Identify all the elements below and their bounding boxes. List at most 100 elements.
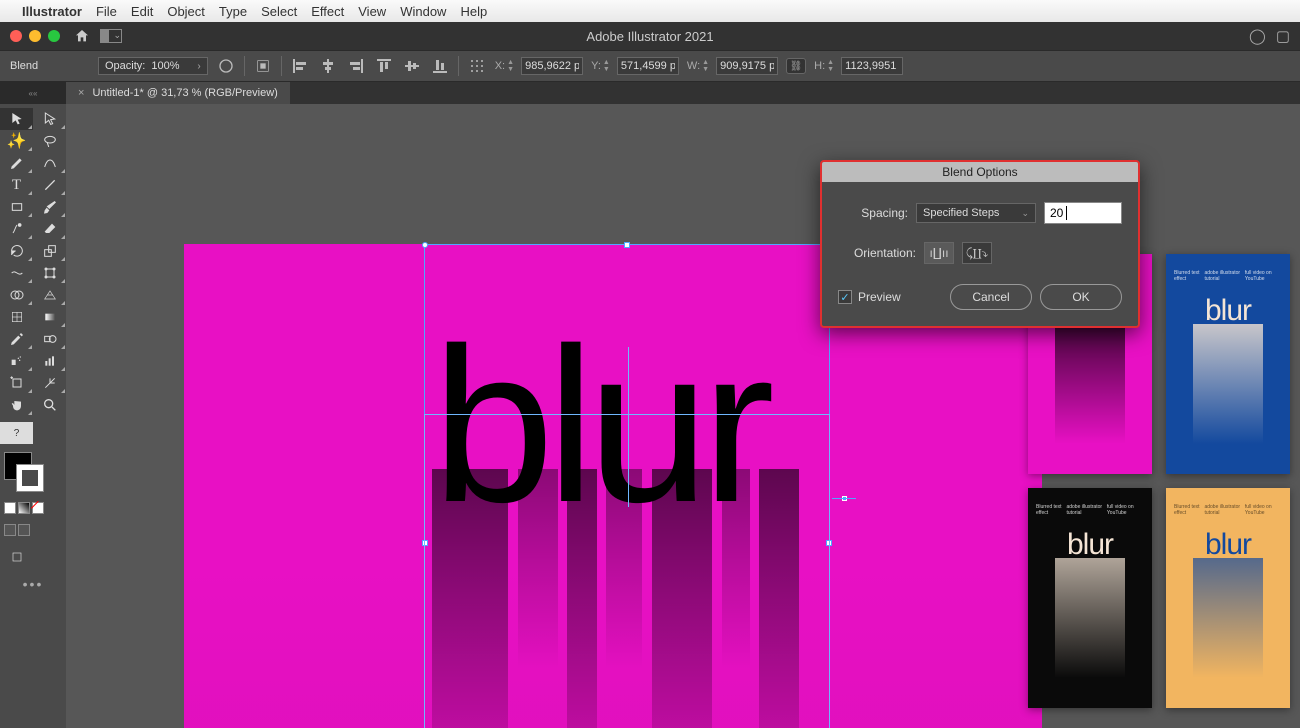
w-label: W: bbox=[687, 60, 700, 72]
maximize-window-button[interactable] bbox=[48, 30, 60, 42]
eraser-tool[interactable] bbox=[33, 218, 66, 240]
menu-type[interactable]: Type bbox=[219, 4, 247, 19]
y-label: Y: bbox=[591, 60, 601, 72]
orientation-align-path-button[interactable]: ⤹∐⤵ bbox=[962, 242, 992, 264]
spacing-label: Spacing: bbox=[838, 206, 908, 220]
home-icon[interactable] bbox=[74, 28, 90, 44]
type-tool[interactable]: T bbox=[0, 174, 33, 196]
menu-edit[interactable]: Edit bbox=[131, 4, 153, 19]
x-stepper[interactable]: ▲▼ bbox=[507, 57, 519, 75]
mesh-tool[interactable] bbox=[0, 306, 33, 328]
opacity-input[interactable] bbox=[151, 60, 191, 72]
toolbar-more-icon[interactable]: ••• bbox=[0, 576, 66, 592]
close-tab-icon[interactable]: × bbox=[78, 87, 84, 99]
curvature-tool[interactable] bbox=[33, 152, 66, 174]
slice-tool[interactable] bbox=[33, 372, 66, 394]
opacity-label: Opacity: bbox=[105, 60, 145, 72]
document-tab-label: Untitled-1* @ 31,73 % (RGB/Preview) bbox=[92, 87, 277, 99]
direct-selection-tool[interactable] bbox=[33, 108, 66, 130]
menu-object[interactable]: Object bbox=[167, 4, 205, 19]
dialog-title: Blend Options bbox=[822, 162, 1138, 182]
h-label: H: bbox=[814, 60, 825, 72]
line-tool[interactable] bbox=[33, 174, 66, 196]
x-input[interactable] bbox=[521, 57, 583, 75]
minimize-window-button[interactable] bbox=[29, 30, 41, 42]
width-tool[interactable] bbox=[0, 262, 33, 284]
menu-effect[interactable]: Effect bbox=[311, 4, 344, 19]
spacing-value-input[interactable] bbox=[1044, 202, 1122, 224]
transform-panel-icon[interactable] bbox=[467, 56, 487, 76]
graph-tool[interactable] bbox=[33, 350, 66, 372]
fill-stroke-swatch[interactable] bbox=[4, 452, 44, 492]
opacity-field[interactable]: Opacity: › bbox=[98, 57, 208, 75]
scale-tool[interactable] bbox=[33, 240, 66, 262]
link-wh-button[interactable]: ⛓ bbox=[786, 58, 806, 74]
cancel-button[interactable]: Cancel bbox=[950, 284, 1032, 310]
hand-tool[interactable] bbox=[0, 394, 33, 416]
paintbrush-tool[interactable] bbox=[33, 196, 66, 218]
color-mode-buttons[interactable] bbox=[4, 502, 62, 514]
selection-tool[interactable] bbox=[0, 108, 33, 130]
y-input[interactable] bbox=[617, 57, 679, 75]
w-stepper[interactable]: ▲▼ bbox=[702, 57, 714, 75]
workspace-switcher[interactable]: ⌄ bbox=[100, 29, 122, 43]
align-right-icon[interactable] bbox=[346, 56, 366, 76]
chevron-right-icon[interactable]: › bbox=[197, 61, 200, 72]
selection-bbox-inner bbox=[424, 414, 830, 728]
user-icon[interactable]: ◯ bbox=[1249, 27, 1266, 45]
gradient-tool[interactable] bbox=[33, 306, 66, 328]
pen-tool[interactable] bbox=[0, 152, 33, 174]
zoom-tool[interactable] bbox=[33, 394, 66, 416]
align-bottom-icon[interactable] bbox=[430, 56, 450, 76]
orientation-align-page-button[interactable]: ı∐ıı bbox=[924, 242, 954, 264]
align-left-icon[interactable] bbox=[290, 56, 310, 76]
y-stepper[interactable]: ▲▼ bbox=[603, 57, 615, 75]
direction-handle[interactable] bbox=[832, 498, 856, 499]
document-tab-bar: «« × Untitled-1* @ 31,73 % (RGB/Preview) bbox=[0, 82, 1300, 104]
search-icon[interactable]: ▢ bbox=[1276, 27, 1290, 45]
align-to-icon[interactable] bbox=[253, 56, 273, 76]
app-menu[interactable]: Illustrator bbox=[22, 4, 82, 19]
h-input[interactable] bbox=[841, 57, 903, 75]
symbol-sprayer-tool[interactable] bbox=[0, 350, 33, 372]
spacing-mode-select[interactable]: Specified Steps ⌄ bbox=[916, 203, 1036, 223]
app-titlebar: ⌄ Adobe Illustrator 2021 ◯ ▢ bbox=[0, 22, 1300, 50]
shaper-tool[interactable] bbox=[0, 218, 33, 240]
align-vcenter-icon[interactable] bbox=[402, 56, 422, 76]
close-window-button[interactable] bbox=[10, 30, 22, 42]
recolor-icon[interactable] bbox=[216, 56, 236, 76]
preview-checkbox[interactable]: ✓ Preview bbox=[838, 290, 901, 304]
shape-builder-tool[interactable] bbox=[0, 284, 33, 306]
align-top-icon[interactable] bbox=[374, 56, 394, 76]
magic-wand-tool[interactable]: ✨ bbox=[0, 130, 33, 152]
toolbox: ✨ T ? ••• bbox=[0, 104, 66, 728]
menu-help[interactable]: Help bbox=[460, 4, 487, 19]
rotate-tool[interactable] bbox=[0, 240, 33, 262]
menu-file[interactable]: File bbox=[96, 4, 117, 19]
lasso-tool[interactable] bbox=[33, 130, 66, 152]
fill-mode-icon[interactable]: ? bbox=[0, 422, 33, 444]
spacing-mode-value: Specified Steps bbox=[923, 207, 999, 219]
rectangle-tool[interactable] bbox=[0, 196, 33, 218]
edit-toolbar-button[interactable] bbox=[0, 546, 33, 568]
w-input[interactable] bbox=[716, 57, 778, 75]
perspective-grid-tool[interactable] bbox=[33, 284, 66, 306]
ok-button[interactable]: OK bbox=[1040, 284, 1122, 310]
blend-tool[interactable] bbox=[33, 328, 66, 350]
window-title: Adobe Illustrator 2021 bbox=[586, 29, 713, 44]
artboard-tool[interactable] bbox=[0, 372, 33, 394]
thumbnail-black: Blurred text effectadobe illustrator tut… bbox=[1028, 488, 1152, 708]
menu-select[interactable]: Select bbox=[261, 4, 297, 19]
panel-collapse-icon[interactable]: «« bbox=[0, 82, 66, 104]
align-hcenter-icon[interactable] bbox=[318, 56, 338, 76]
menu-view[interactable]: View bbox=[358, 4, 386, 19]
selection-type-label: Blend bbox=[10, 60, 90, 72]
free-transform-tool[interactable] bbox=[33, 262, 66, 284]
guide-line bbox=[628, 347, 629, 507]
menu-window[interactable]: Window bbox=[400, 4, 446, 19]
thumbnail-blue: Blurred text effectadobe illustrator tut… bbox=[1166, 254, 1290, 474]
document-tab[interactable]: × Untitled-1* @ 31,73 % (RGB/Preview) bbox=[66, 82, 290, 104]
screen-mode-buttons[interactable] bbox=[4, 524, 62, 536]
eyedropper-tool[interactable] bbox=[0, 328, 33, 350]
h-stepper[interactable]: ▲▼ bbox=[827, 57, 839, 75]
